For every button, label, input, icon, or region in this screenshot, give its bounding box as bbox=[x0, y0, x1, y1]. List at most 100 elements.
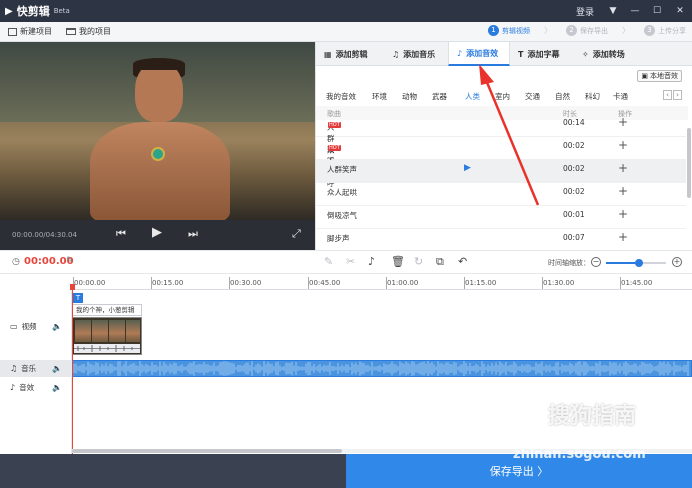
category-item[interactable]: 我的音效 bbox=[326, 91, 372, 102]
step-export[interactable]: 2 保存导出 bbox=[566, 25, 608, 36]
step-label: 剪辑视频 bbox=[502, 26, 530, 35]
watermark-text: 搜狗指南 bbox=[548, 404, 637, 429]
tab-add-subtitle[interactable]: T 添加字幕 bbox=[510, 42, 574, 66]
play-icon[interactable]: ▶ bbox=[152, 225, 162, 240]
step-label: 上传分享 bbox=[658, 26, 686, 35]
sfx-duration: 00:02 bbox=[563, 141, 585, 150]
clip-waveform-svg bbox=[74, 345, 140, 352]
tab-add-sound-effect[interactable]: ♪ 添加音效 bbox=[448, 42, 510, 66]
minimize-icon[interactable]: — bbox=[624, 6, 646, 16]
skip-back-icon[interactable]: ⏮ bbox=[116, 227, 126, 241]
add-icon[interactable]: + bbox=[618, 184, 628, 198]
category-item[interactable]: 交通 bbox=[525, 91, 555, 102]
new-project-label: 新建项目 bbox=[20, 27, 52, 36]
my-projects-button[interactable]: 我的项目 bbox=[66, 26, 111, 37]
bell-icon[interactable]: ♪ bbox=[368, 255, 375, 268]
add-icon[interactable]: + bbox=[618, 115, 628, 129]
text-track-badge[interactable]: T bbox=[73, 293, 83, 303]
asset-tabs: ▦ 添加剪辑 ♫ 添加音乐 ♪ 添加音效 T 添加字幕 ✧ 添加转场 bbox=[316, 42, 692, 66]
tab-add-clip[interactable]: ▦ 添加剪辑 bbox=[316, 42, 384, 66]
sfx-row[interactable]: 众人欢呼HOT00:02+ bbox=[316, 137, 686, 188]
add-icon[interactable]: + bbox=[618, 230, 628, 244]
sfx-row[interactable]: 人群欢呼HOT00:14+ bbox=[316, 114, 686, 165]
category-item[interactable]: 卡通 bbox=[613, 91, 641, 102]
maximize-icon[interactable]: ☐ bbox=[646, 6, 668, 16]
tab-add-transition[interactable]: ✧ 添加转场 bbox=[574, 42, 644, 66]
new-project-button[interactable]: 新建项目 bbox=[8, 26, 52, 37]
trash-icon[interactable]: 🗑 bbox=[391, 255, 405, 268]
playhead-handle[interactable] bbox=[70, 284, 75, 290]
step-edit[interactable]: 1 剪辑视频 bbox=[488, 25, 530, 36]
volume-icon[interactable]: 🔈 bbox=[52, 364, 62, 373]
step-indicator: 1 剪辑视频 〉 2 保存导出 〉 3 上传分享 bbox=[488, 25, 686, 36]
category-item[interactable]: 自然 bbox=[555, 91, 585, 102]
timeline-scrollbar-thumb[interactable] bbox=[72, 449, 342, 453]
zoom-in-icon[interactable]: + bbox=[672, 257, 682, 267]
tab-label: 添加字幕 bbox=[527, 49, 560, 59]
edit-time-icon[interactable]: ✎ bbox=[66, 256, 74, 266]
playhead[interactable] bbox=[72, 284, 73, 454]
category-item-active[interactable]: 人类 bbox=[465, 91, 495, 102]
chevron-left-icon[interactable]: ‹ bbox=[663, 90, 672, 100]
rotate-icon[interactable]: ↻ bbox=[414, 255, 423, 268]
ruler-tick: 01:45.00 bbox=[619, 277, 653, 289]
sfx-row[interactable]: 脚步声 00:07 + bbox=[316, 229, 686, 252]
local-sfx-button[interactable]: ▣ 本地音效 bbox=[637, 70, 682, 82]
clip-thumbnail bbox=[75, 320, 91, 342]
dropdown-icon[interactable]: ▼ bbox=[602, 6, 624, 16]
folder-icon bbox=[66, 28, 76, 35]
category-item[interactable]: 武器 bbox=[432, 91, 465, 102]
track-sound-effect[interactable]: ♪ 音效 🔈 bbox=[0, 379, 72, 396]
play-icon[interactable]: ▶ bbox=[464, 163, 471, 173]
my-projects-label: 我的项目 bbox=[79, 27, 111, 36]
copy-icon[interactable]: ⧉ bbox=[436, 255, 444, 269]
clip-thumbnail bbox=[92, 320, 108, 342]
add-icon[interactable]: + bbox=[618, 207, 628, 221]
frame-hair-top bbox=[133, 58, 185, 70]
undo-icon[interactable]: ↶ bbox=[458, 255, 467, 268]
video-clip[interactable] bbox=[72, 317, 142, 355]
category-item[interactable]: 环境 bbox=[372, 91, 402, 102]
track-music[interactable]: ♫ 音乐 🔈 bbox=[0, 360, 72, 377]
fullscreen-icon[interactable]: ⤢ bbox=[292, 227, 301, 241]
tab-label: 添加音效 bbox=[466, 48, 499, 58]
frame-figure bbox=[90, 122, 230, 222]
category-item[interactable]: 动物 bbox=[402, 91, 432, 102]
login-button[interactable]: 登录 bbox=[572, 5, 598, 18]
sfx-row-hovered[interactable]: 人群笑声 ▶ 00:02 + bbox=[316, 160, 686, 183]
category-bar: 我的音效 环境 动物 武器 人类 室内 交通 自然 科幻 卡通 bbox=[326, 91, 641, 102]
pen-icon[interactable]: ✎ bbox=[324, 255, 333, 268]
category-item[interactable]: 科幻 bbox=[585, 91, 613, 102]
category-item[interactable]: 室内 bbox=[495, 91, 525, 102]
volume-icon[interactable]: 🔈 bbox=[52, 383, 62, 392]
video-preview[interactable]: 00:00.00/04:30.04 ⏮ ▶ ⏭ ⤢ bbox=[0, 42, 315, 250]
add-icon[interactable]: + bbox=[618, 161, 628, 175]
scissors-icon[interactable]: ✂ bbox=[346, 255, 355, 268]
track-label: 视频 bbox=[21, 321, 37, 331]
step-number: 1 bbox=[488, 25, 499, 36]
zoom-label: 时间轴缩放： bbox=[548, 259, 590, 267]
sfx-scrollbar[interactable] bbox=[687, 128, 691, 198]
sfx-row[interactable]: 众人起哄 00:02 + bbox=[316, 183, 686, 206]
volume-icon[interactable]: 🔈 bbox=[52, 322, 62, 331]
plus-box-icon bbox=[8, 27, 17, 36]
sfx-name: 众人起哄 bbox=[327, 188, 357, 197]
timeline-ruler[interactable]: 00:00.00 00:15.00 00:30.00 00:45.00 01:0… bbox=[72, 276, 692, 290]
step-share[interactable]: 3 上传分享 bbox=[644, 25, 686, 36]
ruler-tick: 01:15.00 bbox=[463, 277, 497, 289]
skip-forward-icon[interactable]: ⏭ bbox=[188, 227, 198, 241]
chevron-right-icon[interactable]: › bbox=[673, 90, 682, 100]
sfx-duration: 00:02 bbox=[563, 164, 585, 173]
close-icon[interactable]: ✕ bbox=[668, 6, 692, 16]
text-clip[interactable]: 我的个神，小葱剪辑 bbox=[72, 304, 142, 316]
add-icon[interactable]: + bbox=[618, 138, 628, 152]
hot-badge: HOT bbox=[328, 122, 341, 128]
zoom-out-icon[interactable]: − bbox=[591, 257, 601, 267]
hot-badge: HOT bbox=[328, 145, 341, 151]
tab-add-music[interactable]: ♫ 添加音乐 bbox=[384, 42, 448, 66]
sfx-row[interactable]: 倒吸凉气 00:01 + bbox=[316, 206, 686, 229]
music-clip[interactable] bbox=[72, 360, 692, 377]
local-sfx-label: 本地音效 bbox=[650, 72, 678, 80]
track-video[interactable]: ▭ 视频 🔈 bbox=[0, 316, 72, 336]
zoom-slider-handle[interactable] bbox=[635, 259, 643, 267]
